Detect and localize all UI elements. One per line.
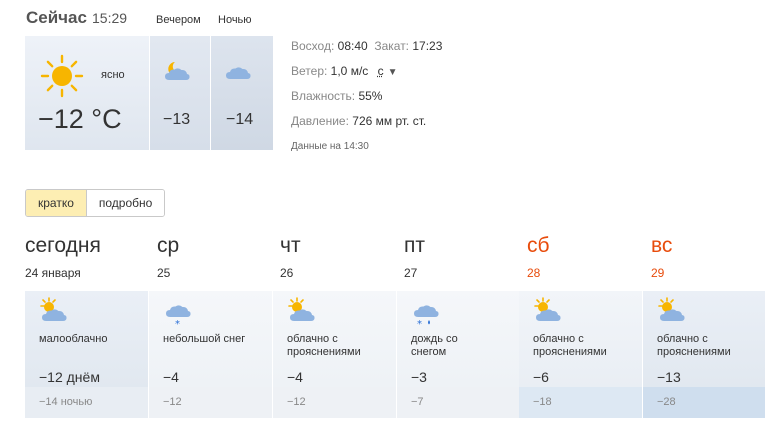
forecast-day-temp: −13 xyxy=(657,369,681,385)
svg-text:*: * xyxy=(175,319,180,329)
forecast-cell[interactable]: * дождь со снегом −3 −7 xyxy=(397,291,520,418)
rain-snow-icon: * xyxy=(414,305,439,329)
forecast-cell[interactable]: * небольшой снег −4 −12 xyxy=(149,291,272,418)
forecast-day-temp: −3 xyxy=(411,369,427,385)
forecast-condition: облачно с прояснениями xyxy=(657,333,731,358)
svg-text:*: * xyxy=(417,319,422,329)
partly-cloudy-icon xyxy=(40,297,67,321)
evening-label: Вечером xyxy=(156,14,201,26)
forecast-day-temp: −12 днём xyxy=(39,369,100,385)
moon-cloud-icon xyxy=(165,62,190,80)
forecast-night-temp: −7 xyxy=(411,396,424,408)
humidity-label: Влажность: xyxy=(291,89,356,103)
sunset-label: Закат: xyxy=(374,39,410,53)
forecast-condition: облачно с прояснениями xyxy=(287,333,361,358)
tab-detailed[interactable]: подробно xyxy=(85,190,165,216)
forecast-night-temp: −18 xyxy=(533,396,552,408)
forecast-cell[interactable]: облачно с прояснениями −6 −18 xyxy=(519,291,642,418)
humidity-value: 55% xyxy=(358,89,383,103)
forecast-night-temp: −14 ночью xyxy=(39,396,93,408)
wind-value: 1,0 м/с xyxy=(330,64,369,78)
forecast-night-temp: −28 xyxy=(657,396,676,408)
sun-icon xyxy=(40,54,84,98)
day-date: 25 xyxy=(157,266,171,280)
pressure-label: Давление: xyxy=(291,114,349,128)
day-name[interactable]: ср xyxy=(157,234,179,258)
humidity-row: Влажность: 55% xyxy=(291,89,382,103)
wind-direction-arrow-icon: ▼ xyxy=(387,67,398,78)
forecast-cell[interactable]: малооблачно −12 днём −14 ночью xyxy=(25,291,148,418)
partly-cloudy-icon xyxy=(288,297,315,321)
day-date: 28 xyxy=(527,266,541,280)
forecast-day-temp: −4 xyxy=(163,369,179,385)
evening-temperature: −13 xyxy=(163,111,191,128)
view-tabs: кратко подробно xyxy=(25,189,166,217)
day-name[interactable]: сегодня xyxy=(25,234,101,258)
wind-row: Ветер: 1,0 м/с с ▼ xyxy=(291,64,398,78)
now-title: Сейчас xyxy=(26,8,87,27)
sunrise-value: 08:40 xyxy=(337,39,368,53)
pressure-value: 726 мм рт. ст. xyxy=(352,114,427,128)
day-date: 27 xyxy=(404,266,418,280)
sunset-value: 17:23 xyxy=(412,39,443,53)
day-name[interactable]: пт xyxy=(404,234,425,258)
forecast-condition: небольшой снег xyxy=(163,333,246,345)
forecast-night-temp: −12 xyxy=(287,396,306,408)
data-timestamp: Данные на 14:30 xyxy=(291,141,369,152)
day-name[interactable]: вс xyxy=(651,234,672,258)
pressure-row: Давление: 726 мм рт. ст. xyxy=(291,114,426,128)
forecast-condition: облачно с прояснениями xyxy=(533,333,607,358)
sunrise-label: Восход: xyxy=(291,39,335,53)
day-name[interactable]: сб xyxy=(527,234,550,258)
day-name[interactable]: чт xyxy=(280,234,301,258)
forecast-cell[interactable]: облачно с прояснениями −13 −28 xyxy=(643,291,765,418)
current-condition: ясно xyxy=(101,69,125,81)
day-date: 24 января xyxy=(25,266,81,280)
cloud-icon xyxy=(226,67,251,79)
current-temperature: −12 °C xyxy=(38,104,122,134)
night-temperature: −14 xyxy=(226,111,254,128)
light-snow-icon: * xyxy=(166,305,191,329)
forecast-day-temp: −6 xyxy=(533,369,549,385)
evening-panel xyxy=(150,36,210,150)
forecast-condition: малооблачно xyxy=(39,333,108,345)
night-label: Ночью xyxy=(218,14,252,26)
forecast-condition: дождь со снегом xyxy=(411,333,458,358)
forecast-night-temp: −12 xyxy=(163,396,182,408)
partly-cloudy-icon xyxy=(534,297,561,321)
tab-brief[interactable]: кратко xyxy=(26,190,86,216)
day-date: 29 xyxy=(651,266,665,280)
wind-label: Ветер: xyxy=(291,64,328,78)
wind-direction[interactable]: с xyxy=(378,64,384,78)
now-time: 15:29 xyxy=(92,10,128,26)
partly-cloudy-icon xyxy=(658,297,685,321)
day-date: 26 xyxy=(280,266,294,280)
forecast-day-temp: −4 xyxy=(287,369,303,385)
night-panel xyxy=(211,36,273,150)
sunrise-sunset-row: Восход: 08:40 Закат: 17:23 xyxy=(291,39,442,53)
forecast-cell[interactable]: облачно с прояснениями −4 −12 xyxy=(273,291,396,418)
